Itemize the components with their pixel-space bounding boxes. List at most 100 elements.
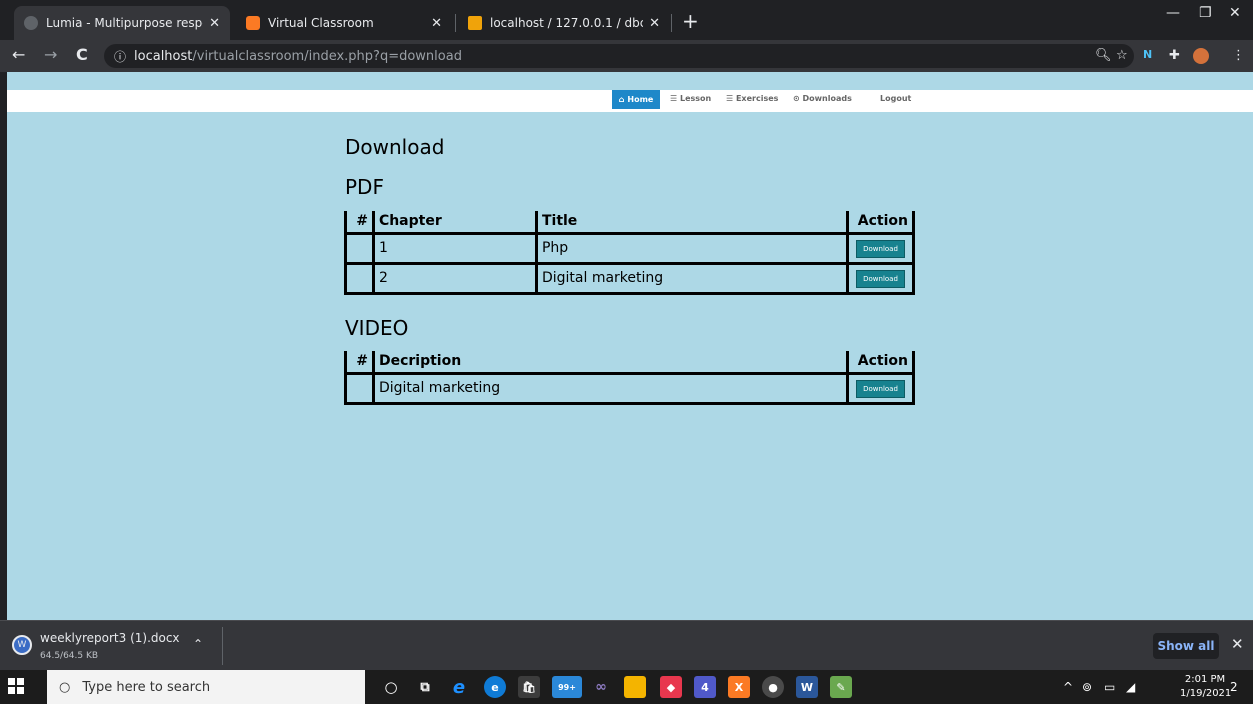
search-icon: ○ <box>59 679 71 695</box>
tab-lumia[interactable]: Lumia - Multipurpose responsive ✕ <box>14 6 230 40</box>
browser-toolbar: ← → C ⓘ localhost /virtualclassroom/inde… <box>0 40 1253 72</box>
taskbar-search-input[interactable]: ○ Type here to search <box>47 670 365 704</box>
cell-num <box>344 232 375 265</box>
clock-time: 2:01 PM <box>1184 674 1226 685</box>
battery-icon[interactable]: ▭ <box>1104 680 1115 694</box>
cell-action: Download <box>846 232 915 265</box>
pdf-table: # Chapter Title Action 1 Php Download 2 … <box>344 211 915 295</box>
wifi-icon[interactable]: ◢ <box>1126 680 1135 694</box>
nav-logout[interactable]: Logout <box>880 94 911 103</box>
nav-downloads[interactable]: ⊙ Downloads <box>793 94 852 103</box>
cell-title: Digital marketing <box>534 262 850 295</box>
notification-badge: 2 <box>1230 680 1238 694</box>
list-icon: ☰ <box>670 94 678 103</box>
store-icon[interactable]: 🛍︎ <box>518 676 540 698</box>
search-placeholder: Type here to search <box>82 679 211 695</box>
address-bar[interactable]: ⓘ localhost /virtualclassroom/index.php?… <box>104 44 1134 68</box>
reload-icon[interactable]: C <box>76 45 88 64</box>
site-navbar: ⌂ Home ☰ Lesson ☰ Exercises ⊙ Downloads … <box>7 90 1253 112</box>
restore-icon[interactable]: ❐ <box>1199 5 1212 21</box>
xampp-icon[interactable]: X <box>728 676 750 698</box>
teams-icon[interactable]: 4 <box>694 676 716 698</box>
home-icon: ⌂ <box>618 95 625 104</box>
close-icon[interactable]: ✕ <box>431 16 442 31</box>
chevron-up-icon[interactable]: ⌃ <box>193 637 203 651</box>
download-button[interactable]: Download <box>856 269 905 288</box>
word-document-icon[interactable]: W <box>12 635 32 655</box>
word-icon[interactable]: W <box>796 676 818 698</box>
video-heading: VIDEO <box>345 316 409 340</box>
zoom-icon[interactable]: 🔍︎ <box>1095 48 1112 63</box>
menu-kebab-icon[interactable]: ⋮ <box>1232 48 1245 63</box>
extension-n-icon[interactable]: N <box>1143 48 1152 61</box>
table-row: 2 Digital marketing Download <box>344 262 915 295</box>
system-clock[interactable]: 2:01 PM 1/19/2021 <box>1180 673 1232 701</box>
internet-explorer-icon[interactable]: e <box>448 676 470 698</box>
download-button[interactable]: Download <box>856 239 905 258</box>
edge-icon[interactable]: e <box>484 676 506 698</box>
clock-date: 1/19/2021 <box>1180 688 1232 699</box>
new-tab-icon[interactable]: + <box>682 9 699 33</box>
col-chapter-header: Chapter <box>371 211 538 235</box>
cell-description: Digital marketing <box>371 372 850 405</box>
show-hidden-icons[interactable]: ^ <box>1063 680 1073 694</box>
col-num-header: # <box>344 351 375 375</box>
notification-center-icon[interactable]: 2 <box>1230 680 1238 694</box>
xampp-icon <box>246 16 260 30</box>
col-description-header: Decription <box>371 351 850 375</box>
nav-home-label: Home <box>627 95 654 104</box>
close-icon[interactable]: ✕ <box>1231 635 1244 653</box>
cell-num <box>344 372 375 405</box>
infinity-app-icon[interactable]: ∞ <box>590 676 612 698</box>
list-icon: ☰ <box>726 94 734 103</box>
profile-avatar-icon[interactable] <box>1193 48 1209 64</box>
col-action-header: Action <box>846 211 915 235</box>
extensions-puzzle-icon[interactable]: ✚ <box>1169 48 1180 63</box>
cortana-icon[interactable]: ○ <box>380 676 402 698</box>
notepad-icon[interactable]: ✎ <box>830 676 852 698</box>
url-host: localhost <box>134 48 193 64</box>
table-row: 1 Php Download <box>344 232 915 265</box>
nav-home[interactable]: ⌂ Home <box>612 90 660 109</box>
anydesk-icon[interactable]: ◆ <box>660 676 682 698</box>
download-button[interactable]: Download <box>856 379 905 398</box>
store-badge-icon[interactable]: 99+ <box>552 676 582 698</box>
tab-divider <box>455 14 456 32</box>
minimize-icon[interactable]: — <box>1166 5 1180 21</box>
tab-title: Lumia - Multipurpose responsive <box>46 16 203 30</box>
chrome-icon[interactable]: ● <box>762 676 784 698</box>
table-header-row: # Chapter Title Action <box>344 211 915 235</box>
tab-virtual-classroom[interactable]: Virtual Classroom ✕ <box>236 6 452 40</box>
video-table: # Decription Action Digital marketing Do… <box>344 351 915 405</box>
close-icon[interactable]: ✕ <box>649 16 660 31</box>
file-explorer-icon[interactable] <box>624 676 646 698</box>
pdf-heading: PDF <box>345 175 384 199</box>
forward-icon[interactable]: → <box>44 45 57 64</box>
bookmark-star-icon[interactable]: ☆ <box>1116 48 1128 63</box>
task-view-icon[interactable]: ⧉ <box>414 676 436 698</box>
info-icon[interactable]: ⓘ <box>114 48 126 65</box>
download-circle-icon: ⊙ <box>793 94 800 103</box>
phpmyadmin-icon <box>468 16 482 30</box>
nav-lesson[interactable]: ☰ Lesson <box>670 94 711 103</box>
table-row: Digital marketing Download <box>344 372 915 405</box>
nav-downloads-label: Downloads <box>802 94 852 103</box>
window-close-icon[interactable]: ✕ <box>1229 5 1241 21</box>
nav-lesson-label: Lesson <box>679 94 712 103</box>
tab-phpmyadmin[interactable]: localhost / 127.0.0.1 / dbcaiwl / t ✕ <box>458 6 670 40</box>
cell-chapter: 1 <box>371 232 538 265</box>
show-all-button[interactable]: Show all <box>1153 633 1219 659</box>
close-icon[interactable]: ✕ <box>209 16 220 31</box>
back-icon[interactable]: ← <box>12 45 25 64</box>
network-icon[interactable]: ⊚ <box>1082 680 1092 694</box>
col-num-header: # <box>344 211 375 235</box>
url-path: /virtualclassroom/index.php?q=download <box>192 48 462 64</box>
nav-exercises[interactable]: ☰ Exercises <box>726 94 778 103</box>
table-header-row: # Decription Action <box>344 351 915 375</box>
top-band <box>7 72 1253 90</box>
nav-exercises-label: Exercises <box>735 94 779 103</box>
download-file-size: 64.5/64.5 KB <box>40 651 99 661</box>
windows-taskbar: ○ Type here to search ○ ⧉ e e 🛍︎ 99+ ∞ ◆… <box>0 670 1253 704</box>
windows-start-icon[interactable] <box>8 678 24 694</box>
download-file-name[interactable]: weeklyreport3 (1).docx <box>40 631 180 645</box>
